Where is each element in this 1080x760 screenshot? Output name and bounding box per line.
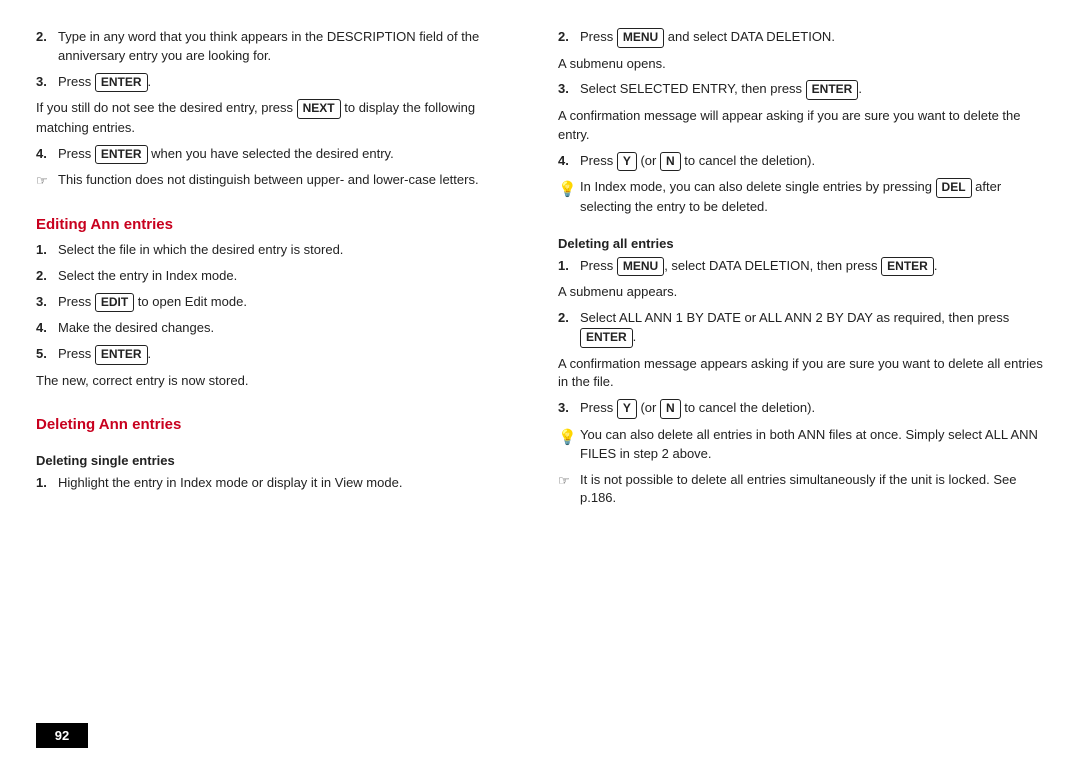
list-num: 3. (36, 73, 58, 92)
tip1-text: In Index mode, you can also delete singl… (580, 178, 1044, 216)
list-item: 4. Press Y (or N to cancel the deletion)… (558, 152, 1044, 172)
list-text: Make the desired changes. (58, 319, 522, 338)
list-num: 4. (558, 152, 580, 171)
list-item: 2. Select the entry in Index mode. (36, 267, 522, 286)
section1-title: Editing Ann entries (36, 216, 522, 233)
subsection1-title: Deleting single entries (36, 453, 522, 468)
list-num: 1. (36, 241, 58, 260)
confirm-note: A confirmation message will appear askin… (558, 107, 1044, 145)
list-num: 4. (36, 319, 58, 338)
right-item2-list: 2. Press MENU and select DATA DELETION. (558, 28, 1044, 55)
enter-key: ENTER (580, 328, 633, 348)
list-text: Press MENU and select DATA DELETION. (580, 28, 1044, 48)
list-item: 3. Press Y (or N to cancel the deletion)… (558, 399, 1044, 419)
list-text: Press Y (or N to cancel the deletion). (580, 399, 1044, 419)
tip-bulb-icon2: 💡 (558, 426, 580, 449)
menu-key: MENU (617, 257, 664, 277)
item3b-list: 3. Press Y (or N to cancel the deletion)… (558, 399, 1044, 426)
list-num: 4. (36, 145, 58, 164)
list-text: Press EDIT to open Edit mode. (58, 293, 522, 313)
submenu2-note: A submenu appears. (558, 283, 1044, 302)
list-num: 3. (558, 399, 580, 418)
list-item: 4. Make the desired changes. (36, 319, 522, 338)
page: 2. Type in any word that you think appea… (0, 0, 1080, 760)
subsection2-title: Deleting all entries (558, 236, 1044, 251)
note1-row: ☞ It is not possible to delete all entri… (558, 471, 1044, 509)
distinguish-note-text: This function does not distinguish betwe… (58, 171, 522, 190)
list-text: Press MENU, select DATA DELETION, then p… (580, 257, 1044, 277)
list-text: Select the entry in Index mode. (58, 267, 522, 286)
del-key: DEL (936, 178, 972, 198)
list-text: Type in any word that you think appears … (58, 28, 522, 66)
list-num: 1. (36, 474, 58, 493)
next-key: NEXT (297, 99, 341, 119)
note1-text: It is not possible to delete all entries… (580, 471, 1044, 509)
right-item4-list: 4. Press Y (or N to cancel the deletion)… (558, 152, 1044, 179)
tip1-row: 💡 In Index mode, you can also delete sin… (558, 178, 1044, 216)
y-key: Y (617, 399, 637, 419)
list-num: 3. (36, 293, 58, 312)
list-text: Select SELECTED ENTRY, then press ENTER. (580, 80, 1044, 100)
right-item3-list: 3. Select SELECTED ENTRY, then press ENT… (558, 80, 1044, 107)
tip2-row: 💡 You can also delete all entries in bot… (558, 426, 1044, 464)
list-item: 2. Press MENU and select DATA DELETION. (558, 28, 1044, 48)
section1-note: The new, correct entry is now stored. (36, 372, 522, 391)
tip2-text: You can also delete all entries in both … (580, 426, 1044, 464)
item4-list: 4. Press ENTER when you have selected th… (36, 145, 522, 172)
section2-list: 1. Highlight the entry in Index mode or … (36, 474, 522, 500)
list-text: Press ENTER. (58, 73, 522, 93)
left-column: 2. Type in any word that you think appea… (36, 28, 522, 703)
list-item: 5. Press ENTER. (36, 345, 522, 365)
list-item: 3. Press EDIT to open Edit mode. (36, 293, 522, 313)
list-num: 2. (558, 28, 580, 47)
list-item: 1. Select the file in which the desired … (36, 241, 522, 260)
enter-key: ENTER (95, 145, 148, 165)
list-item: 2. Select ALL ANN 1 BY DATE or ALL ANN 2… (558, 309, 1044, 347)
next-note: If you still do not see the desired entr… (36, 99, 522, 137)
list-num: 3. (558, 80, 580, 99)
content-area: 2. Type in any word that you think appea… (0, 0, 1080, 723)
right-column: 2. Press MENU and select DATA DELETION. … (558, 28, 1044, 703)
list-num: 1. (558, 257, 580, 276)
n-key: N (660, 399, 681, 419)
list-text: Highlight the entry in Index mode or dis… (58, 474, 522, 493)
list-num: 2. (558, 309, 580, 328)
page-number: 92 (36, 723, 88, 748)
y-key: Y (617, 152, 637, 172)
list-text: Select ALL ANN 1 BY DATE or ALL ANN 2 BY… (580, 309, 1044, 347)
list-num: 2. (36, 28, 58, 47)
list-text: Press ENTER. (58, 345, 522, 365)
section1-list: 1. Select the file in which the desired … (36, 241, 522, 372)
list-item: 3. Press ENTER. (36, 73, 522, 93)
note-finger-icon2: ☞ (558, 471, 580, 491)
note-finger-icon: ☞ (36, 171, 58, 191)
list-item: 3. Select SELECTED ENTRY, then press ENT… (558, 80, 1044, 100)
intro-list: 2. Type in any word that you think appea… (36, 28, 522, 99)
enter-key: ENTER (806, 80, 859, 100)
list-num: 5. (36, 345, 58, 364)
item2b-list: 2. Select ALL ANN 1 BY DATE or ALL ANN 2… (558, 309, 1044, 354)
all-items-list: 1. Press MENU, select DATA DELETION, the… (558, 257, 1044, 284)
distinguish-note-row: ☞ This function does not distinguish bet… (36, 171, 522, 191)
list-text: Press Y (or N to cancel the deletion). (580, 152, 1044, 172)
enter-key: ENTER (881, 257, 934, 277)
list-item: 1. Press MENU, select DATA DELETION, the… (558, 257, 1044, 277)
n-key: N (660, 152, 681, 172)
edit-key: EDIT (95, 293, 134, 313)
enter-key: ENTER (95, 73, 148, 93)
confirm2-note: A confirmation message appears asking if… (558, 355, 1044, 393)
list-text: Press ENTER when you have selected the d… (58, 145, 522, 165)
section2-title: Deleting Ann entries (36, 416, 522, 433)
enter-key: ENTER (95, 345, 148, 365)
list-item: 1. Highlight the entry in Index mode or … (36, 474, 522, 493)
tip-bulb-icon: 💡 (558, 178, 580, 201)
submenu-note: A submenu opens. (558, 55, 1044, 74)
list-num: 2. (36, 267, 58, 286)
list-text: Select the file in which the desired ent… (58, 241, 522, 260)
list-item: 4. Press ENTER when you have selected th… (36, 145, 522, 165)
menu-key: MENU (617, 28, 664, 48)
list-item: 2. Type in any word that you think appea… (36, 28, 522, 66)
